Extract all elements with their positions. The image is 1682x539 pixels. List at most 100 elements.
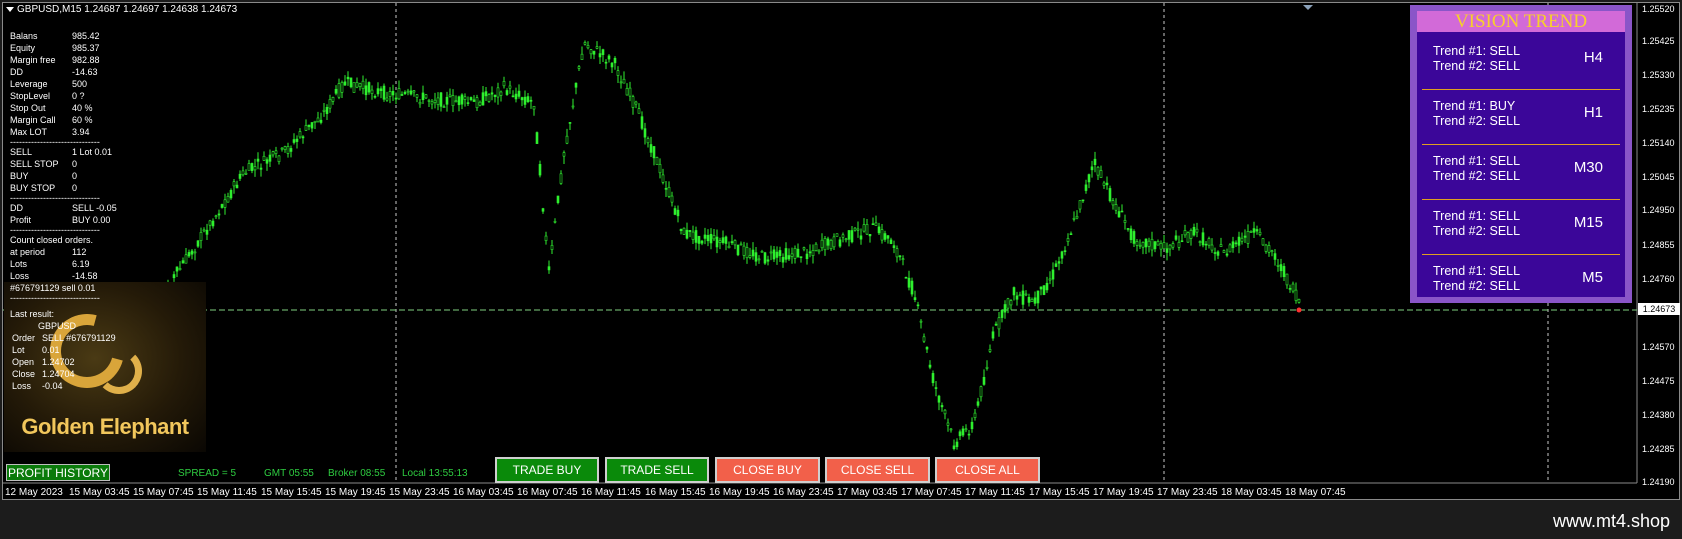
candle-body: [1126, 228, 1130, 230]
candle-body: [1036, 290, 1040, 304]
time-tick: 18 May 07:45: [1285, 487, 1346, 498]
candle-body: [688, 230, 692, 232]
candle-body: [925, 346, 929, 350]
time-tick: 15 May 15:45: [261, 487, 322, 498]
candle-body: [1279, 264, 1283, 272]
candle-body: [532, 105, 536, 110]
candle-body: [577, 66, 581, 69]
trend-2: Trend #2: SELL: [1433, 279, 1521, 293]
trend-lines: Trend #1: BUY Trend #2: SELL: [1433, 99, 1520, 129]
close-all-button[interactable]: CLOSE ALL: [935, 457, 1040, 483]
candle-body: [580, 53, 584, 60]
candle-body: [1054, 263, 1058, 267]
trade-sell-button[interactable]: TRADE SELL: [605, 457, 709, 483]
candle-body: [892, 245, 896, 248]
candle-body: [1249, 230, 1253, 233]
candle-body: [1063, 250, 1067, 252]
price-tick: 1.25235: [1642, 104, 1675, 114]
last-result-value: 0.01: [42, 345, 60, 355]
candle-body: [1021, 290, 1025, 305]
candle-body: [928, 364, 932, 368]
info-value: SELL -0.05: [72, 203, 117, 213]
candle-body: [985, 366, 989, 369]
candle-body: [943, 409, 947, 415]
trade-buy-button[interactable]: TRADE BUY: [495, 457, 599, 483]
price-tick: 1.25520: [1642, 4, 1675, 14]
candle-body: [808, 251, 812, 254]
candle-body: [340, 82, 344, 93]
account-info-panel: Balans 985.42 Equity 985.37 Margin free 982.8…: [10, 30, 117, 303]
last-result-row: Loss -0.04: [10, 380, 116, 392]
last-result-panel: Last result: GBPUSD Order SELL #676791129 Lo…: [10, 308, 116, 392]
candle-body: [601, 49, 605, 55]
candle-body: [1219, 244, 1223, 247]
close-sell-button[interactable]: CLOSE SELL: [825, 457, 930, 483]
candle-body: [838, 239, 842, 247]
last-result-symbol: GBPUSD: [38, 321, 77, 331]
last-result-key: Close: [12, 369, 36, 379]
candle-body: [844, 238, 848, 241]
candle-body: [649, 144, 653, 153]
candle-body: [868, 233, 872, 237]
candle-body: [1084, 184, 1088, 191]
candle-body: [595, 46, 599, 49]
time-tick: 15 May 11:45: [197, 487, 257, 498]
candle-body: [1120, 210, 1124, 213]
candle-body: [661, 174, 665, 183]
candle-body: [241, 170, 245, 176]
candle-body: [1009, 300, 1013, 306]
candle-body: [1042, 285, 1046, 295]
info-key: Margin free: [10, 55, 56, 65]
info-separator: ------------------------------: [10, 225, 100, 235]
candle-body: [793, 247, 797, 259]
candle-body: [1045, 282, 1049, 291]
candle-body: [1231, 241, 1235, 249]
info-key: Stop Out: [10, 103, 46, 113]
candle-body: [370, 89, 374, 94]
trend-2: Trend #2: SELL: [1433, 114, 1521, 128]
candle-body: [1153, 241, 1157, 250]
candle-body: [175, 266, 179, 272]
shift-marker-icon[interactable]: [1303, 5, 1313, 10]
dropdown-triangle-icon[interactable]: [6, 6, 14, 12]
candle-body: [529, 99, 533, 102]
candle-body: [1207, 238, 1211, 246]
footer-url[interactable]: www.mt4.shop: [1553, 511, 1670, 532]
close-buy-button[interactable]: CLOSE BUY: [715, 457, 820, 483]
time-tick: 16 May 07:45: [517, 487, 578, 498]
last-result-key: Open: [12, 357, 35, 367]
candle-body: [817, 249, 821, 253]
logo-text: Golden Elephant: [21, 414, 189, 439]
candle-body: [1168, 244, 1172, 250]
candle-body: [274, 150, 278, 154]
candle-body: [1198, 241, 1202, 243]
candle-body: [1195, 228, 1199, 233]
profit-history-button[interactable]: PROFIT HISTORY: [6, 464, 110, 481]
timeframe-label: H4: [1583, 49, 1603, 66]
last-result-value: -0.04: [42, 381, 63, 391]
candle-body: [463, 96, 467, 100]
candle-body: [1129, 228, 1133, 241]
candle-body: [802, 247, 806, 250]
local-time: Local 13:55:13: [402, 468, 468, 479]
candle-body: [454, 100, 458, 103]
candle-body: [181, 260, 185, 264]
candle-body: [406, 90, 410, 93]
candle-body: [955, 441, 959, 448]
candle-body: [871, 223, 875, 226]
info-key: BUY: [10, 171, 29, 181]
candle-body: [1006, 298, 1010, 309]
time-tick: 17 May 19:45: [1093, 487, 1154, 498]
candle-body: [256, 158, 260, 162]
candle-body: [745, 247, 749, 259]
candle-body: [853, 227, 857, 231]
info-key: Loss: [10, 271, 30, 281]
candle-body: [712, 235, 716, 240]
time-tick: 18 May 03:45: [1221, 487, 1282, 498]
candle-body: [1111, 200, 1115, 206]
candle-body: [217, 213, 221, 216]
time-tick: 15 May 23:45: [389, 487, 450, 498]
candle-body: [1282, 266, 1286, 277]
candle-body: [739, 243, 743, 246]
trend-2: Trend #2: SELL: [1433, 59, 1521, 73]
